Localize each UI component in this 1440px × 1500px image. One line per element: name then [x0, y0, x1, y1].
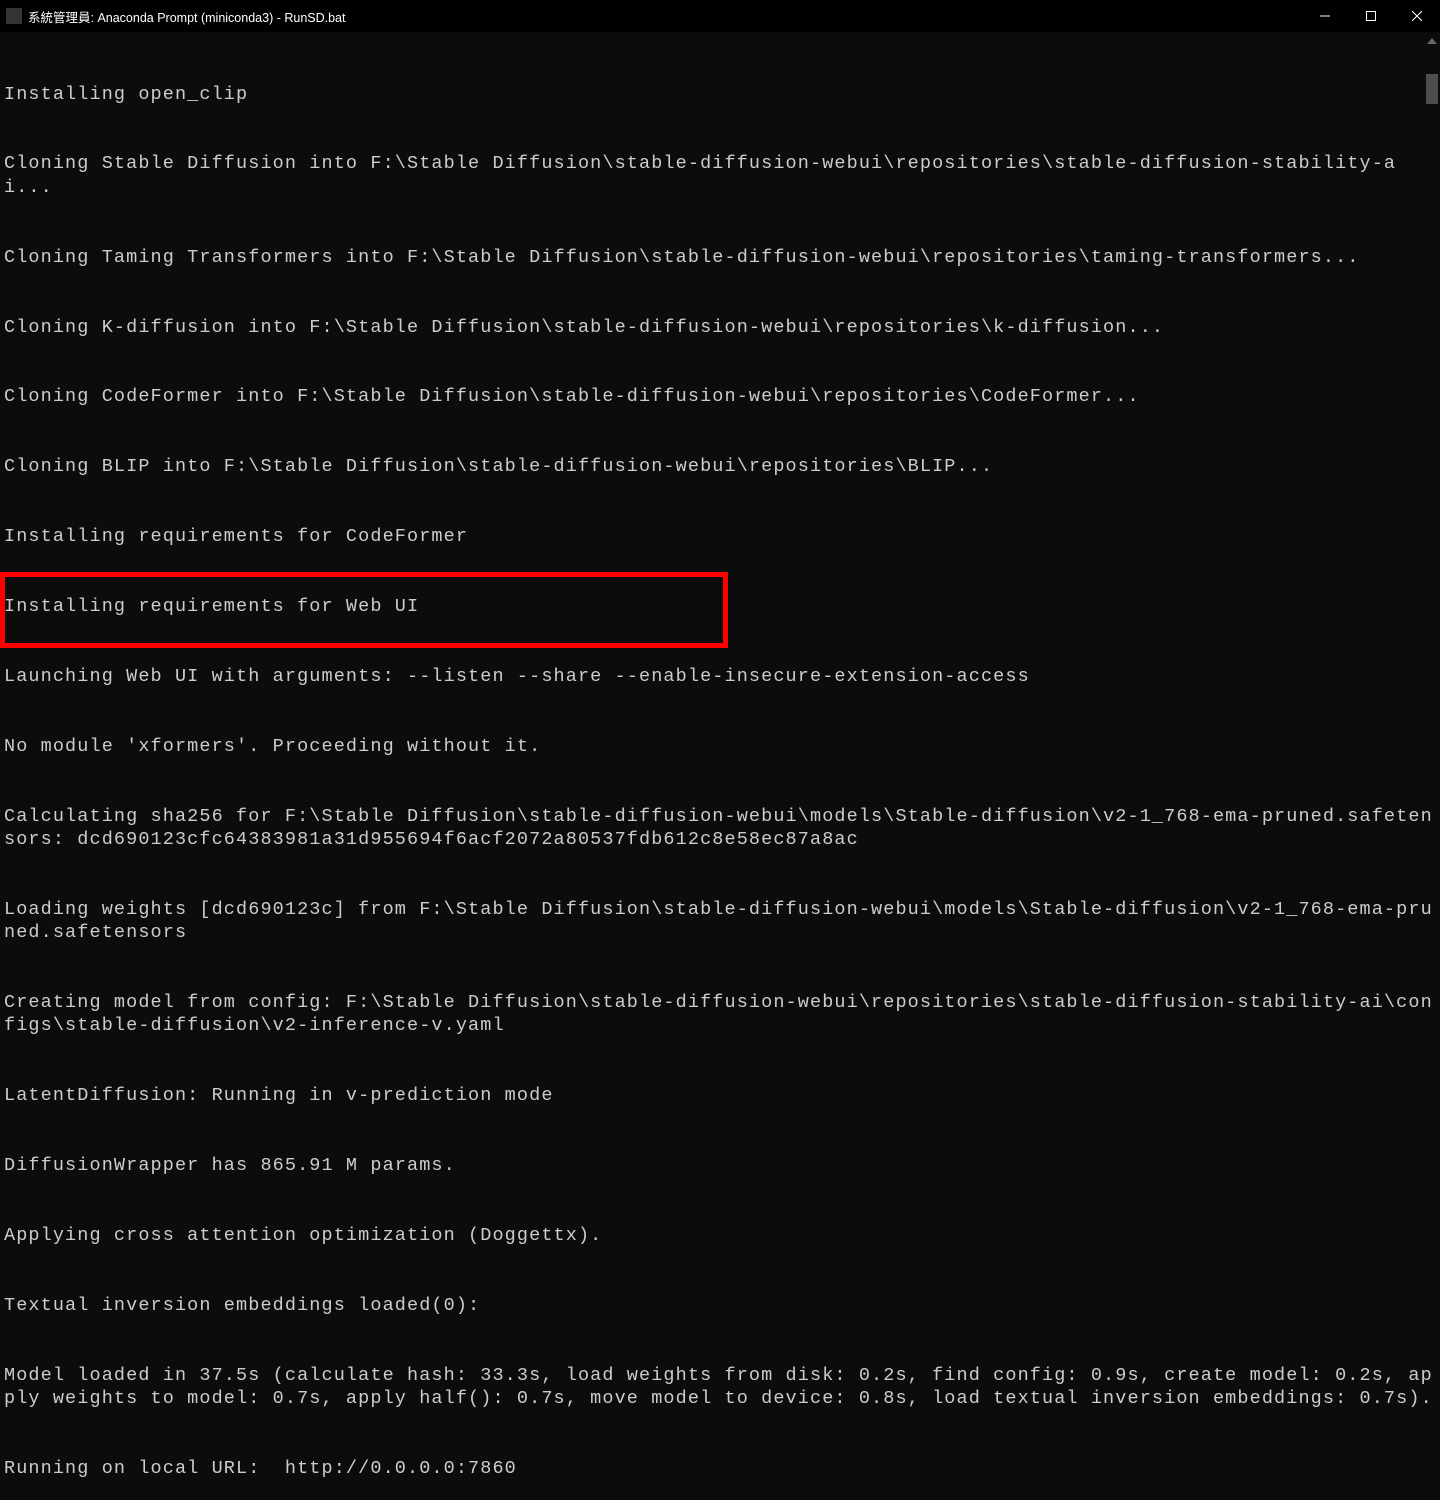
- scrollbar-thumb[interactable]: [1426, 74, 1438, 104]
- scrollbar-up-icon[interactable]: [1424, 32, 1440, 50]
- console-line: No module 'xformers'. Proceeding without…: [4, 735, 1434, 758]
- console-line: Cloning K-diffusion into F:\Stable Diffu…: [4, 316, 1434, 339]
- console-line: Cloning Stable Diffusion into F:\Stable …: [4, 152, 1434, 199]
- console-line: Launching Web UI with arguments: --liste…: [4, 665, 1434, 688]
- console-line: Model loaded in 37.5s (calculate hash: 3…: [4, 1364, 1434, 1411]
- console-line: Cloning BLIP into F:\Stable Diffusion\st…: [4, 455, 1434, 478]
- maximize-button[interactable]: [1348, 0, 1394, 32]
- titlebar-left: 系統管理員: Anaconda Prompt (miniconda3) - Ru…: [6, 7, 346, 26]
- app-icon: [6, 8, 22, 24]
- console-line: Applying cross attention optimization (D…: [4, 1224, 1434, 1247]
- console-line: Installing open_clip: [4, 83, 1434, 106]
- console-line: Calculating sha256 for F:\Stable Diffusi…: [4, 805, 1434, 852]
- vertical-scrollbar[interactable]: [1424, 32, 1440, 750]
- console-line: Loading weights [dcd690123c] from F:\Sta…: [4, 898, 1434, 945]
- window-controls: [1302, 0, 1440, 32]
- console-line: Creating model from config: F:\Stable Di…: [4, 991, 1434, 1038]
- console-line: DiffusionWrapper has 865.91 M params.: [4, 1154, 1434, 1177]
- window-title: 系統管理員: Anaconda Prompt (miniconda3) - Ru…: [28, 7, 346, 26]
- console-line: Running on local URL: http://0.0.0.0:786…: [4, 1457, 1434, 1480]
- terminal-output[interactable]: Installing open_clip Cloning Stable Diff…: [0, 32, 1440, 1500]
- minimize-button[interactable]: [1302, 0, 1348, 32]
- close-button[interactable]: [1394, 0, 1440, 32]
- console-line: Cloning CodeFormer into F:\Stable Diffus…: [4, 385, 1434, 408]
- console-line: Cloning Taming Transformers into F:\Stab…: [4, 246, 1434, 269]
- console-line: Installing requirements for CodeFormer: [4, 525, 1434, 548]
- console-line: Textual inversion embeddings loaded(0):: [4, 1294, 1434, 1317]
- console-line: Installing requirements for Web UI: [4, 595, 1434, 618]
- window-titlebar: 系統管理員: Anaconda Prompt (miniconda3) - Ru…: [0, 0, 1440, 32]
- console-line: LatentDiffusion: Running in v-prediction…: [4, 1084, 1434, 1107]
